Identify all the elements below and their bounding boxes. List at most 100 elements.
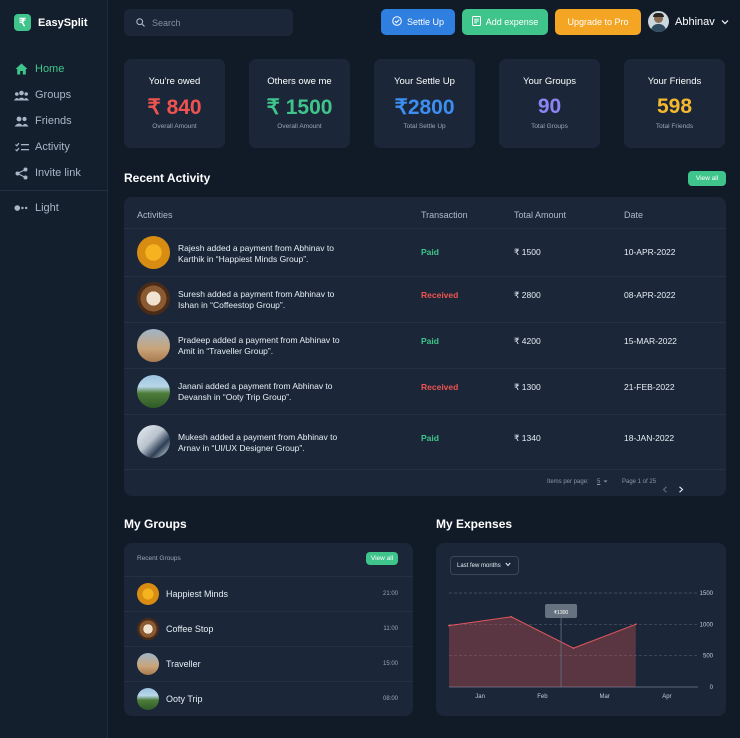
chart-point — [510, 615, 513, 618]
chart-y-tick-label: 1500 — [700, 591, 714, 597]
expenses-chart[interactable]: 0 500 1000 1500 Jan Feb Mar Apr ₹1300 — [436, 543, 726, 716]
sidebar-item-friends[interactable]: Friends — [0, 108, 108, 134]
user-name: Abhinav — [675, 15, 715, 28]
sidebar-item-activity[interactable]: Activity — [0, 134, 108, 160]
activity-line: Pradeep added a payment from Abhinav to — [178, 335, 340, 345]
stat-subtitle: Total Friends — [655, 123, 694, 130]
stat-value: ₹ 1500 — [266, 96, 333, 119]
app-logo[interactable]: ₹ EasySplit — [14, 14, 88, 31]
table-row[interactable]: Pradeep added a payment from Abhinav to … — [124, 322, 726, 367]
group-thumbnail — [137, 375, 170, 408]
stat-card-settle-up: Your Settle Up ₹2800 Total Settle Up — [374, 59, 475, 148]
activity-date: 21-FEB-2022 — [624, 382, 675, 392]
sidebar-item-invite-link[interactable]: Invite link — [0, 160, 108, 186]
search-bar[interactable] — [124, 9, 293, 36]
activity-line: Amit in “Traveller Group”. — [178, 346, 274, 356]
add-expense-button[interactable]: Add expense — [462, 9, 548, 35]
group-name: Ooty Trip — [166, 694, 203, 704]
total-amount: ₹ 1300 — [514, 382, 541, 392]
activity-date: 10-APR-2022 — [624, 247, 676, 257]
transaction-status: Received — [421, 290, 459, 300]
stat-title: Your Groups — [523, 76, 576, 87]
user-menu[interactable]: Abhinav — [648, 11, 729, 32]
list-item[interactable]: Happiest Minds 21:00 — [124, 576, 413, 611]
activity-line: Mukesh added a payment from Abhinav to — [178, 432, 338, 442]
groups-panel: Recent Groups View all Happiest Minds 21… — [124, 543, 413, 716]
column-header-activities: Activities — [137, 210, 173, 220]
my-expenses-title: My Expenses — [436, 517, 513, 531]
theme-toggle[interactable]: Light — [0, 195, 108, 221]
table-row[interactable]: Suresh added a payment from Abhinav to I… — [124, 276, 726, 321]
group-thumbnail — [137, 329, 170, 362]
stat-subtitle: Overall Amount — [277, 123, 322, 130]
stat-subtitle: Total Settle Up — [403, 123, 446, 130]
upgrade-to-pro-button[interactable]: Upgrade to Pro — [555, 9, 641, 35]
receipt-icon — [471, 16, 481, 28]
chart-point — [572, 647, 575, 650]
chart-area — [449, 616, 636, 687]
check-circle-icon — [392, 16, 402, 28]
chart-x-tick-label: Apr — [662, 694, 671, 700]
list-item[interactable]: Coffee Stop 11:00 — [124, 611, 413, 646]
theme-toggle-label: Light — [35, 202, 59, 214]
sidebar-nav: Home Groups Friends Activity Invite link — [0, 56, 108, 221]
group-time: 21:00 — [382, 591, 398, 597]
group-thumbnail — [137, 688, 159, 710]
group-name: Happiest Minds — [166, 589, 229, 599]
activity-table: Activities Transaction Total Amount Date… — [124, 197, 726, 496]
transaction-status: Paid — [421, 336, 439, 346]
list-item[interactable]: Ooty Trip 08:00 — [124, 681, 413, 716]
stat-value: 90 — [537, 95, 562, 118]
stat-card-others-owe-me: Others owe me ₹ 1500 Overall Amount — [249, 59, 350, 148]
sidebar-item-groups[interactable]: Groups — [0, 82, 108, 108]
sidebar-item-home[interactable]: Home — [0, 56, 108, 82]
rupee-logo-icon: ₹ — [14, 14, 31, 31]
activity-description: Mukesh added a payment from Abhinav to A… — [178, 432, 378, 454]
total-amount: ₹ 4200 — [514, 336, 541, 346]
stat-card-groups: Your Groups 90 Total Groups — [499, 59, 600, 148]
group-thumbnail — [137, 618, 159, 640]
table-row[interactable]: Mukesh added a payment from Abhinav to A… — [124, 414, 726, 469]
search-input[interactable] — [152, 17, 282, 28]
column-header-date: Date — [624, 210, 644, 220]
stat-value: 598 — [656, 95, 693, 118]
group-name: Coffee Stop — [166, 624, 214, 634]
settle-up-button[interactable]: Settle Up — [381, 9, 455, 35]
sidebar-item-label: Activity — [35, 141, 70, 153]
sidebar-divider — [0, 190, 108, 191]
activity-view-all-button[interactable]: View all — [688, 171, 726, 186]
table-row[interactable]: Janani added a payment from Abhinav to D… — [124, 368, 726, 413]
activity-description: Rajesh added a payment from Abhinav to K… — [178, 243, 378, 265]
group-thumbnail — [137, 583, 159, 605]
add-expense-label: Add expense — [485, 17, 539, 27]
caret-down-icon — [603, 479, 608, 486]
group-time: 15:00 — [382, 661, 398, 667]
prev-page-icon[interactable] — [662, 480, 668, 498]
table-divider — [124, 469, 726, 470]
recent-activity-title: Recent Activity — [124, 171, 211, 185]
groups-view-all-button[interactable]: View all — [366, 552, 398, 565]
next-page-icon[interactable] — [678, 480, 684, 498]
home-icon — [14, 63, 29, 75]
settle-up-label: Settle Up — [406, 17, 445, 27]
chart-point — [634, 623, 637, 626]
group-time: 08:00 — [382, 696, 398, 702]
avatar — [648, 11, 669, 32]
sidebar-item-label: Invite link — [35, 167, 81, 179]
activity-line: Karthik in “Happiest Minds Group”. — [178, 254, 309, 264]
activity-icon — [14, 142, 29, 153]
activity-line: Rajesh added a payment from Abhinav to — [178, 243, 334, 253]
total-amount: ₹ 1340 — [514, 433, 541, 443]
items-per-page-select[interactable]: 5 — [597, 479, 608, 486]
group-thumbnail — [137, 236, 170, 269]
stat-title: Others owe me — [267, 76, 332, 87]
transaction-status: Paid — [421, 247, 439, 257]
table-row[interactable]: Rajesh added a payment from Abhinav to K… — [124, 228, 726, 276]
total-amount: ₹ 1500 — [514, 247, 541, 257]
activity-line: Janani added a payment from Abhinav to — [178, 381, 333, 391]
group-time: 11:00 — [383, 626, 398, 632]
sidebar: ₹ EasySplit Home Groups Friends Activity… — [0, 0, 108, 738]
chart-tooltip-value: ₹1300 — [554, 610, 569, 616]
chart-x-tick-label: Feb — [537, 694, 548, 700]
list-item[interactable]: Traveller 15:00 — [124, 646, 413, 681]
